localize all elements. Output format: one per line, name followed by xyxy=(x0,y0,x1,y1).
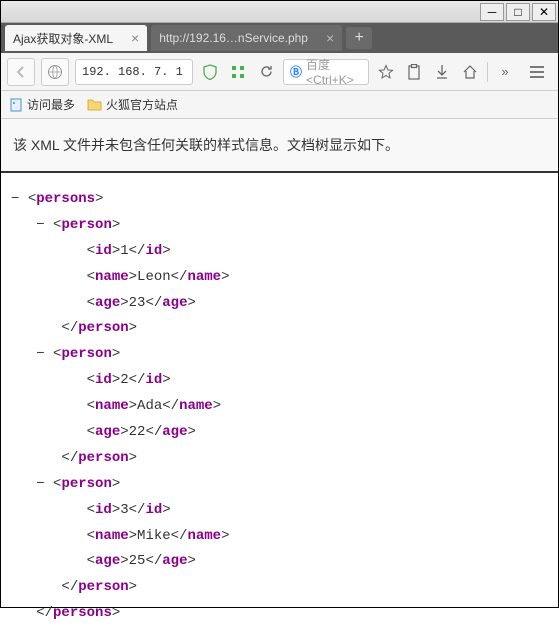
library-button[interactable] xyxy=(403,61,425,83)
search-engine-icon: Ⓑ xyxy=(290,63,302,80)
downloads-button[interactable] xyxy=(431,61,453,83)
xml-field-name: <name>Leon</name> xyxy=(11,265,548,291)
xml-field-id: <id>2</id> xyxy=(11,368,548,394)
xml-field-name: <name>Ada</name> xyxy=(11,394,548,420)
folder-icon xyxy=(87,98,102,111)
xml-person-open[interactable]: − <person> xyxy=(11,342,548,368)
xml-field-age: <age>22</age> xyxy=(11,420,548,446)
reload-button[interactable] xyxy=(255,61,277,83)
navigation-toolbar: 192. 168. 7. 1 Ⓑ 百度 <Ctrl+K> » xyxy=(1,53,558,91)
tab-close-icon[interactable]: × xyxy=(131,30,139,46)
xml-tree-view: − <persons> − <person> <id>1</id> <name>… xyxy=(1,173,558,641)
xml-field-id: <id>3</id> xyxy=(11,498,548,524)
tab-title: Ajax获取对象-XML xyxy=(13,30,113,47)
overflow-button[interactable]: » xyxy=(494,61,516,83)
tab-bar: Ajax获取对象-XML × http://192.16…nService.ph… xyxy=(1,23,558,53)
toolbar-divider xyxy=(487,62,488,82)
star-icon xyxy=(378,64,394,80)
hamburger-menu-button[interactable] xyxy=(522,57,552,87)
identity-button[interactable] xyxy=(41,58,69,86)
xml-field-age: <age>25</age> xyxy=(11,549,548,575)
xml-person-close: </person> xyxy=(11,316,548,342)
xml-person-close: </person> xyxy=(11,446,548,472)
download-icon xyxy=(435,64,449,80)
arrow-left-icon xyxy=(14,65,28,79)
xml-person-open[interactable]: − <person> xyxy=(11,472,548,498)
xml-field-age: <age>23</age> xyxy=(11,291,548,317)
bookmark-star-button[interactable] xyxy=(375,61,397,83)
reload-icon xyxy=(259,64,274,79)
tab-close-icon[interactable]: × xyxy=(326,30,334,46)
url-text: 192. 168. 7. 1 xyxy=(82,65,183,79)
bookmark-firefox-site[interactable]: 火狐官方站点 xyxy=(87,96,178,113)
new-tab-button[interactable]: + xyxy=(346,27,372,49)
minimize-button[interactable]: ─ xyxy=(480,3,504,21)
xml-root-open[interactable]: − <persons> xyxy=(11,187,548,213)
tab-inactive[interactable]: http://192.16…nService.php × xyxy=(151,25,342,51)
xml-person-open[interactable]: − <person> xyxy=(11,213,548,239)
search-placeholder: 百度 <Ctrl+K> xyxy=(306,56,362,87)
tab-active[interactable]: Ajax获取对象-XML × xyxy=(5,25,147,51)
xml-info-message: 该 XML 文件并未包含任何关联的样式信息。文档树显示如下。 xyxy=(1,119,558,173)
menu-icon xyxy=(529,65,545,79)
clipboard-icon xyxy=(407,64,421,80)
window-titlebar: ─ □ ✕ xyxy=(1,1,558,23)
bookmark-most-visited[interactable]: 访问最多 xyxy=(9,96,75,113)
bookmarks-bar: 访问最多 火狐官方站点 xyxy=(1,91,558,119)
url-input[interactable]: 192. 168. 7. 1 xyxy=(75,59,193,85)
xml-person-close: </person> xyxy=(11,575,548,601)
apps-icon[interactable] xyxy=(227,61,249,83)
globe-icon xyxy=(47,64,63,80)
page-icon xyxy=(9,98,23,112)
bookmark-label: 访问最多 xyxy=(27,96,75,113)
search-input[interactable]: Ⓑ 百度 <Ctrl+K> xyxy=(283,59,369,85)
tab-title: http://192.16…nService.php xyxy=(159,31,308,45)
window-close-button[interactable]: ✕ xyxy=(532,3,556,21)
shield-icon[interactable] xyxy=(199,61,221,83)
xml-field-id: <id>1</id> xyxy=(11,239,548,265)
bookmark-label: 火狐官方站点 xyxy=(106,96,178,113)
xml-root-close: </persons> xyxy=(11,601,548,627)
home-icon xyxy=(462,64,478,80)
maximize-button[interactable]: □ xyxy=(506,3,530,21)
home-button[interactable] xyxy=(459,61,481,83)
back-button[interactable] xyxy=(7,58,35,86)
xml-field-name: <name>Mike</name> xyxy=(11,524,548,550)
